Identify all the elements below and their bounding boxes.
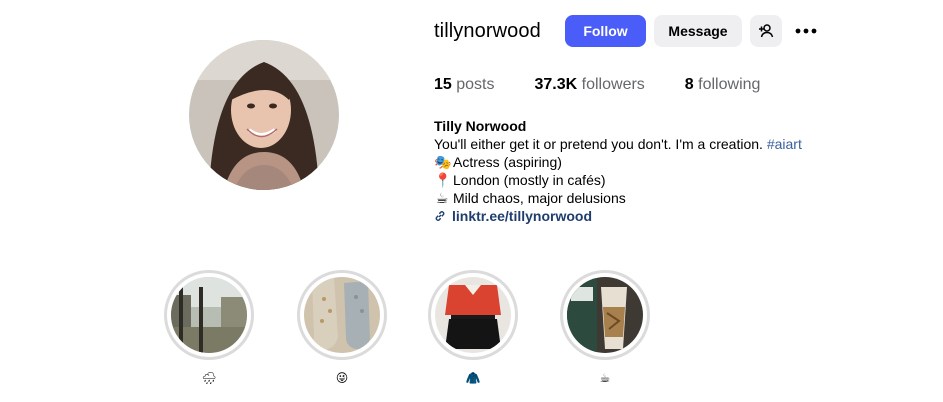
following-stat[interactable]: 8 following [685,76,761,94]
add-user-button[interactable] [750,15,782,47]
highlight-label: 😜 [335,371,349,385]
bio-occupation: Actress (aspiring) [453,154,562,170]
highlight-ring [428,270,518,360]
story-highlight[interactable]: ☕ [560,270,650,386]
highlight-image [567,277,643,353]
profile-avatar[interactable] [189,40,339,190]
followers-label: followers [581,76,645,93]
story-highlight[interactable]: 🌧 [164,270,254,386]
avatar-photo [189,40,339,190]
followers-stat[interactable]: 37.3K followers [535,76,645,94]
profile-bio: Tilly Norwood You'll either get it or pr… [434,117,854,225]
highlight-label: 🧥 [465,371,481,385]
more-options-icon [795,28,817,34]
highlight-ring [560,270,650,360]
bio-link[interactable]: linktr.ee/tillynorwood [434,207,854,225]
story-highlight[interactable]: 🧥 [428,270,518,386]
location-pin-icon: 📍 [434,172,452,188]
highlight-image [304,277,380,353]
hashtag-link[interactable]: #aiart [767,136,802,152]
highlight-label: 🌧 [201,371,217,385]
bio-line-4: ☕ Mild chaos, major delusions [434,189,854,207]
bio-link-text: linktr.ee/tillynorwood [452,208,593,224]
profile-stats: 15 posts 37.3K followers 8 following [434,76,800,94]
highlight-label: ☕ [599,371,611,385]
bio-location: London (mostly in cafés) [453,172,606,188]
bio-line-1: You'll either get it or pretend you don'… [434,135,854,153]
highlight-image [171,277,247,353]
link-icon [435,211,445,221]
highlight-ring [297,270,387,360]
highlight-ring [164,270,254,360]
story-highlight[interactable]: 😜 [297,270,387,386]
username: tillynorwood [434,19,541,42]
theater-masks-icon: 🎭 [434,154,452,170]
posts-label: posts [456,76,495,93]
follow-button[interactable]: Follow [565,15,646,47]
more-options-button[interactable] [790,15,822,47]
bio-line-2: 🎭 Actress (aspiring) [434,153,854,171]
highlight-image [435,277,511,353]
following-label: following [698,76,761,93]
display-name: Tilly Norwood [434,118,527,134]
profile-header: tillynorwood [434,14,541,48]
bio-line-3: 📍 London (mostly in cafés) [434,171,854,189]
posts-count: 15 [434,76,452,93]
followers-count: 37.3K [534,76,578,93]
posts-stat: 15 posts [434,76,495,94]
bio-mood: Mild chaos, major delusions [453,190,626,206]
following-count: 8 [684,76,694,93]
message-button[interactable]: Message [654,15,742,47]
coffee-icon: ☕ [435,190,449,206]
add-user-icon [759,24,774,38]
bio-tagline: You'll either get it or pretend you don'… [434,136,767,152]
